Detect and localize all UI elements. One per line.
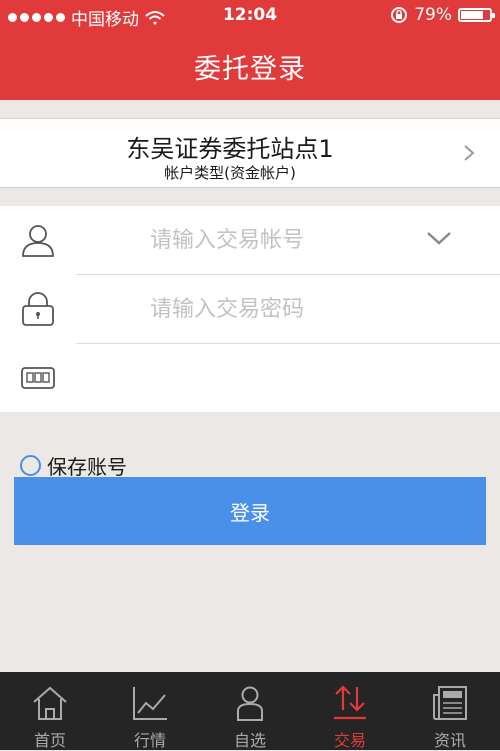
chevron-right-icon — [464, 145, 475, 161]
password-input[interactable] — [150, 293, 410, 325]
status-right: 79% — [390, 5, 495, 25]
tab-trade[interactable]: 交易 — [300, 672, 400, 750]
captcha-icon — [21, 367, 55, 389]
login-button[interactable]: 登录 — [14, 477, 486, 545]
page-title: 委托登录 — [194, 53, 306, 85]
person-icon — [237, 686, 263, 721]
captcha-input[interactable] — [150, 362, 410, 394]
tab-news[interactable]: 资讯 — [400, 672, 500, 750]
tab-market[interactable]: 行情 — [100, 672, 200, 750]
tab-home[interactable]: 首页 — [0, 672, 100, 750]
save-account-label: 保存账号 — [47, 455, 127, 479]
chart-icon — [133, 687, 167, 720]
tab-bar: 首页 行情 自选 交易 资讯 — [0, 672, 500, 750]
battery-icon — [458, 8, 495, 22]
site-name: 东吴证券委托站点1 — [126, 135, 334, 163]
login-form — [0, 206, 500, 412]
rotation-lock-icon — [391, 7, 408, 23]
account-input[interactable] — [150, 224, 410, 256]
save-account-toggle[interactable]: 保存账号 — [20, 451, 127, 480]
page-header: 委托登录 — [0, 32, 500, 100]
password-row — [0, 275, 500, 343]
tab-watchlist-label: 自选 — [233, 731, 266, 750]
captcha-row — [0, 344, 500, 412]
account-type-label: 帐户类型(资金帐户) — [164, 164, 296, 182]
tab-watchlist[interactable]: 自选 — [200, 672, 300, 750]
site-selector[interactable]: 东吴证券委托站点1 帐户类型(资金帐户) — [0, 118, 500, 188]
trade-arrows-icon — [334, 685, 366, 720]
home-icon — [33, 686, 67, 720]
lock-icon — [22, 292, 54, 326]
news-icon — [433, 686, 467, 720]
tab-market-label: 行情 — [133, 731, 166, 750]
tab-trade-label: 交易 — [333, 731, 366, 750]
battery-percent: 79% — [414, 5, 452, 25]
battery-fill — [461, 11, 483, 19]
tab-news-label: 资讯 — [433, 731, 466, 750]
chevron-down-icon[interactable] — [426, 230, 452, 246]
account-row — [0, 206, 500, 274]
save-account-radio[interactable] — [20, 455, 41, 476]
tab-home-label: 首页 — [33, 731, 66, 750]
status-bar: 中国移动 12:04 79% — [0, 0, 500, 32]
user-icon — [22, 225, 54, 257]
